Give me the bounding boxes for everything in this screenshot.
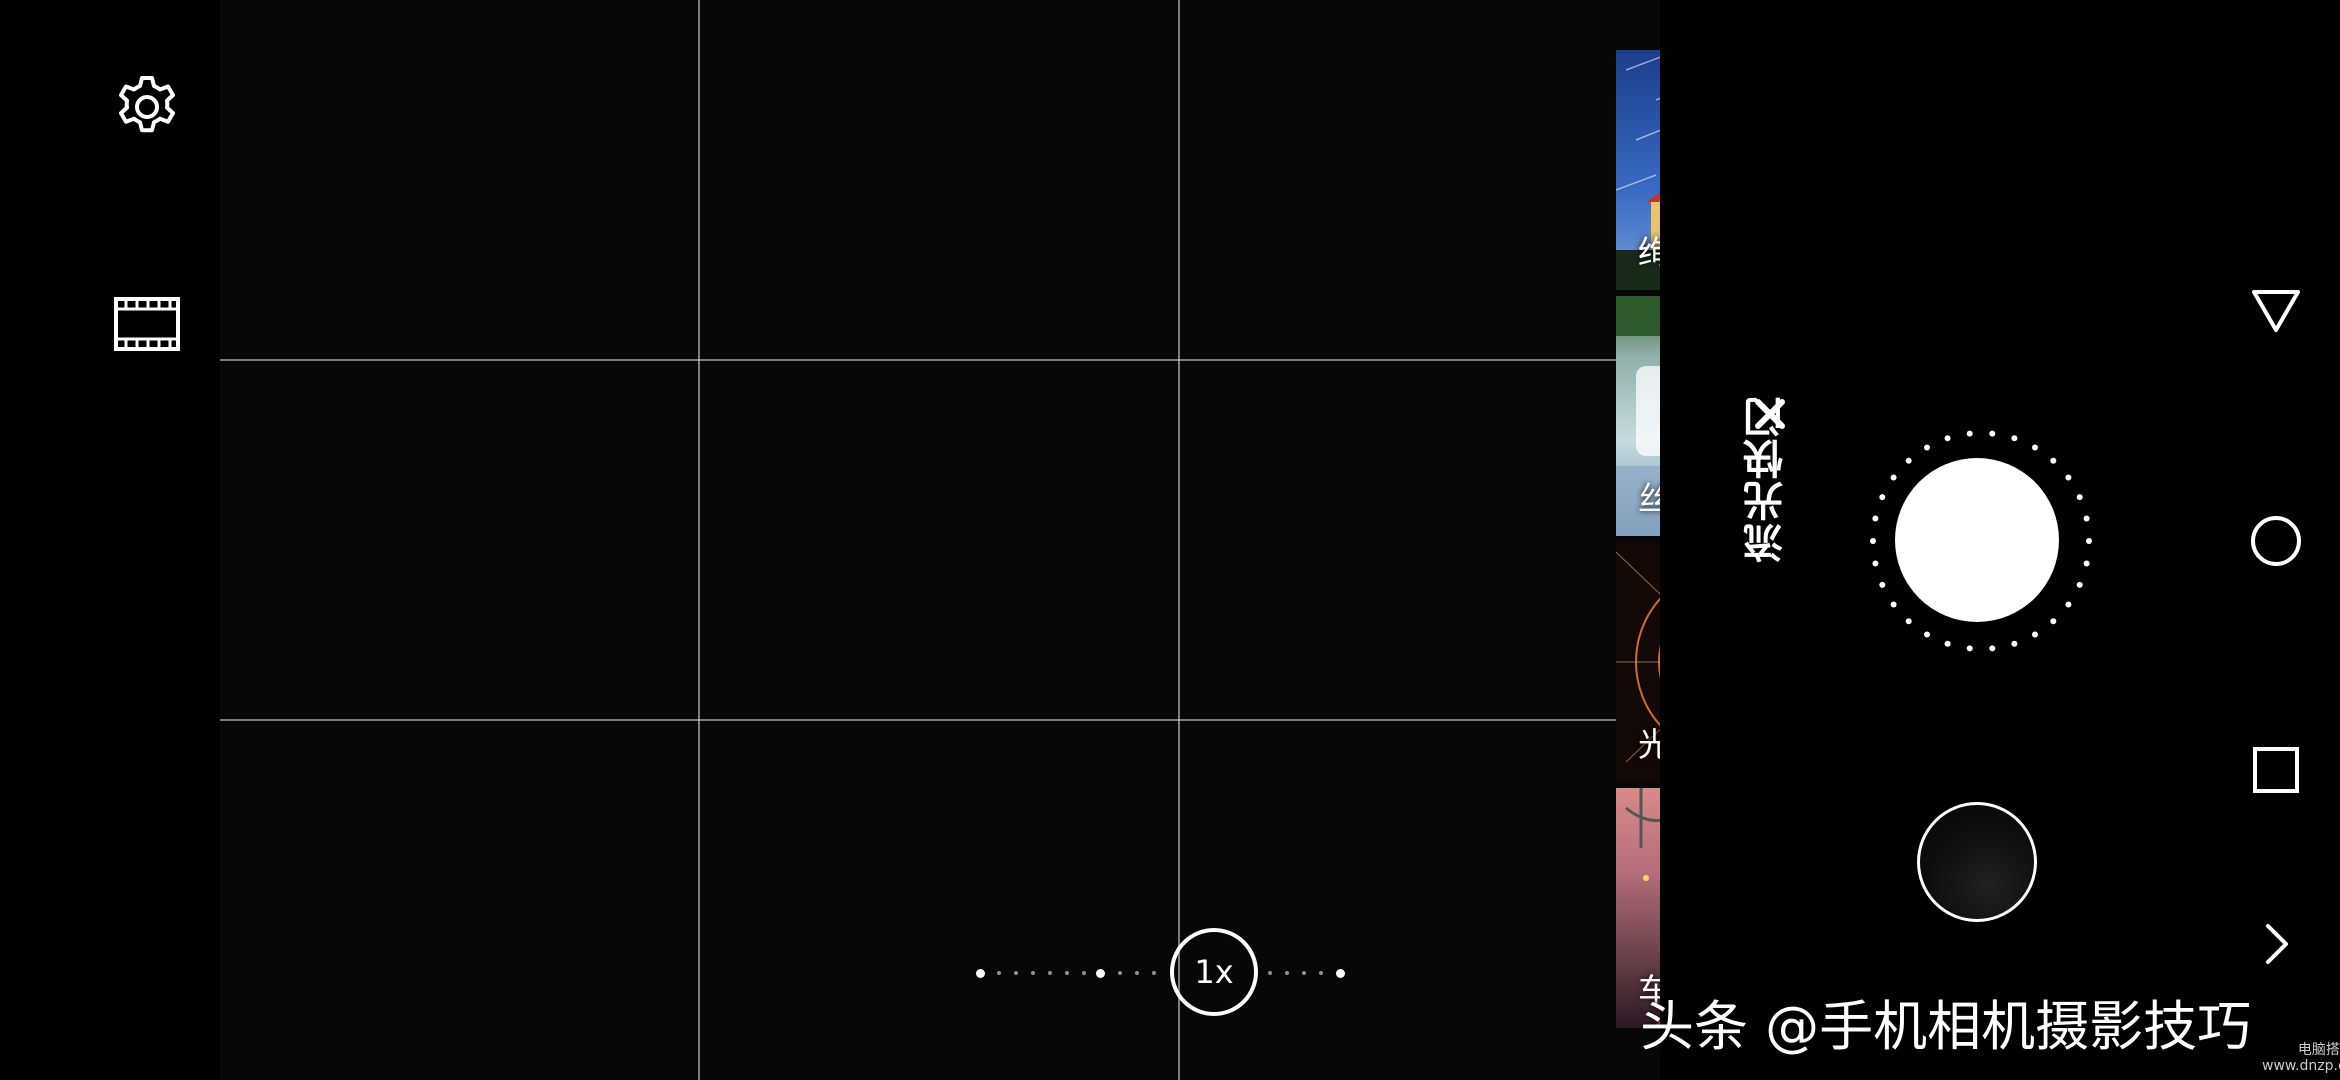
shutter-ring-dot xyxy=(2076,494,2083,501)
shutter-ring-dot xyxy=(2032,444,2038,451)
circle-home-icon xyxy=(2251,516,2301,566)
zoom-tick xyxy=(1118,971,1122,975)
mode-card-star-trails[interactable]: 绚丽星轨 xyxy=(1616,50,1660,290)
shutter-ring-dot xyxy=(2011,435,2018,442)
system-nav-bar xyxy=(2200,0,2340,1080)
mode-card-light-painting[interactable]: 光绘涂鸦 xyxy=(1616,542,1660,782)
nav-recents-button[interactable] xyxy=(2246,740,2306,800)
shutter-ring-dot xyxy=(1924,631,1930,638)
zoom-tick xyxy=(1065,971,1069,975)
shutter-ring-dot xyxy=(1870,538,1876,544)
gallery-thumbnail[interactable] xyxy=(1917,802,2037,922)
watermark-site: 电脑搭配网 www.dnzp.com xyxy=(2262,1042,2340,1074)
shutter-ring-dot xyxy=(1872,515,1879,522)
zoom-tick xyxy=(1319,971,1323,975)
zoom-tick xyxy=(1268,971,1272,975)
nav-home-button[interactable] xyxy=(2246,511,2306,571)
shutter-ring-dot xyxy=(1872,560,1879,567)
watermark-text: 头条 @手机相机摄影技巧 xyxy=(1640,995,2252,1058)
watermark-site-name: 电脑搭配网 xyxy=(2297,1042,2340,1058)
shutter-ring-dot xyxy=(1944,640,1951,647)
shutter-ring-dot xyxy=(2083,560,2090,567)
shutter-ring-dot xyxy=(2076,581,2083,588)
zoom-tick xyxy=(1152,971,1156,975)
shutter-ring-dot xyxy=(1989,430,1996,437)
shutter-ring-dot xyxy=(2065,474,2072,481)
shutter-ring-dot xyxy=(1905,457,1912,464)
shutter-ring-dot xyxy=(1966,430,1973,437)
chevron-right-icon xyxy=(2266,924,2288,964)
zoom-tick xyxy=(1135,971,1139,975)
zoom-tick xyxy=(1302,971,1306,975)
zoom-tick xyxy=(1048,971,1052,975)
zoom-tick xyxy=(1082,971,1086,975)
mode-label: 光绘涂鸦 xyxy=(1638,725,1660,764)
shutter-ring-dot xyxy=(1879,581,1886,588)
shutter-ring-dot xyxy=(1879,494,1886,501)
settings-button[interactable] xyxy=(112,72,182,142)
watermark-site-url: www.dnzp.com xyxy=(2262,1058,2340,1074)
grid-line xyxy=(220,719,1660,721)
grid-line xyxy=(1178,0,1180,1080)
shutter-ring-dot xyxy=(1890,601,1897,608)
zoom-tick xyxy=(1336,969,1345,978)
shutter-button[interactable] xyxy=(1895,458,2059,622)
shutter-ring-dot xyxy=(1924,444,1930,451)
mode-card-silky-water[interactable]: 丝绢流水 xyxy=(1616,296,1660,536)
gear-icon xyxy=(119,76,175,133)
shutter-ring-dot xyxy=(2086,538,2092,544)
shutter-ring-dot xyxy=(2011,640,2018,647)
shutter-ring-dot xyxy=(1905,618,1912,625)
film-strip-icon xyxy=(114,297,180,351)
shutter-ring-dot xyxy=(1944,435,1951,442)
zoom-level-button[interactable]: 1x xyxy=(1170,928,1258,1016)
zoom-slider[interactable]: 1x xyxy=(760,928,1380,1018)
mode-title: 流光快门 xyxy=(1744,395,1790,563)
viewfinder[interactable]: 1x 绚 丝 光 车 xyxy=(220,0,1660,1080)
zoom-tick xyxy=(976,969,985,978)
shutter-ring-dot xyxy=(1890,474,1897,481)
grid-line xyxy=(698,0,700,1080)
grid-line xyxy=(220,359,1660,361)
zoom-tick xyxy=(1031,971,1035,975)
shutter-ring-dot xyxy=(1966,645,1973,652)
zoom-tick xyxy=(1014,971,1018,975)
mode-label: 绚丽星轨 xyxy=(1638,233,1660,272)
shutter-panel: 流光快门 xyxy=(1660,0,2200,1080)
zoom-tick xyxy=(1096,969,1105,978)
left-control-bar xyxy=(0,0,220,1080)
mode-label: 丝绢流水 xyxy=(1638,479,1660,518)
shutter-ring-dot xyxy=(1989,645,1996,652)
shutter-ring-dot xyxy=(2032,631,2038,638)
shutter-ring-dot xyxy=(2083,515,2090,522)
camera-app: 1x 绚 丝 光 车 流光快门 头条 @手机相机摄影技巧 电脑搭 www.dnz… xyxy=(0,0,2340,1080)
shutter-ring-dot xyxy=(2050,457,2057,464)
zoom-tick xyxy=(1285,971,1289,975)
shutter-ring-dot xyxy=(2050,618,2057,625)
nav-back-button[interactable] xyxy=(2246,280,2306,340)
square-recents-icon xyxy=(2253,747,2299,793)
video-mode-button[interactable] xyxy=(112,289,182,359)
nav-expand-button[interactable] xyxy=(2246,914,2306,974)
triangle-back-icon xyxy=(2252,290,2300,332)
zoom-tick xyxy=(997,971,1001,975)
shutter-ring-dot xyxy=(2065,601,2072,608)
